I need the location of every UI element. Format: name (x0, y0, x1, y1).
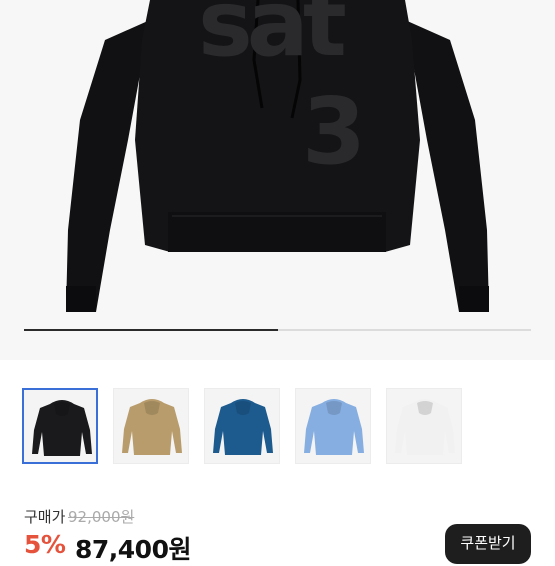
color-thumbnail-navy-blue[interactable] (204, 388, 280, 464)
coupon-button[interactable]: 쿠폰받기 (445, 524, 531, 564)
color-thumbnail-light-blue[interactable] (295, 388, 371, 464)
original-price: 92,000원 (68, 508, 135, 526)
hero-logo-text: sat (198, 0, 347, 77)
color-thumbnail-white[interactable] (386, 388, 462, 464)
final-price: 87,400원 (75, 535, 191, 564)
color-thumbnail-black[interactable] (22, 388, 98, 464)
color-thumbnail-beige[interactable] (113, 388, 189, 464)
hoodie-thumbnail-icon (32, 400, 92, 456)
hoodie-thumbnail-icon (122, 399, 182, 455)
image-progress-fill (24, 329, 278, 331)
hero-logo-number: 3 (302, 78, 367, 185)
price-label: 구매가 (24, 508, 66, 526)
image-progress-bar (24, 329, 531, 331)
product-hero-image[interactable]: sat 3 (0, 0, 555, 360)
hoodie-thumbnail-icon (395, 399, 455, 455)
hoodie-thumbnail-icon (213, 399, 273, 455)
hoodie-thumbnail-icon (304, 399, 364, 455)
